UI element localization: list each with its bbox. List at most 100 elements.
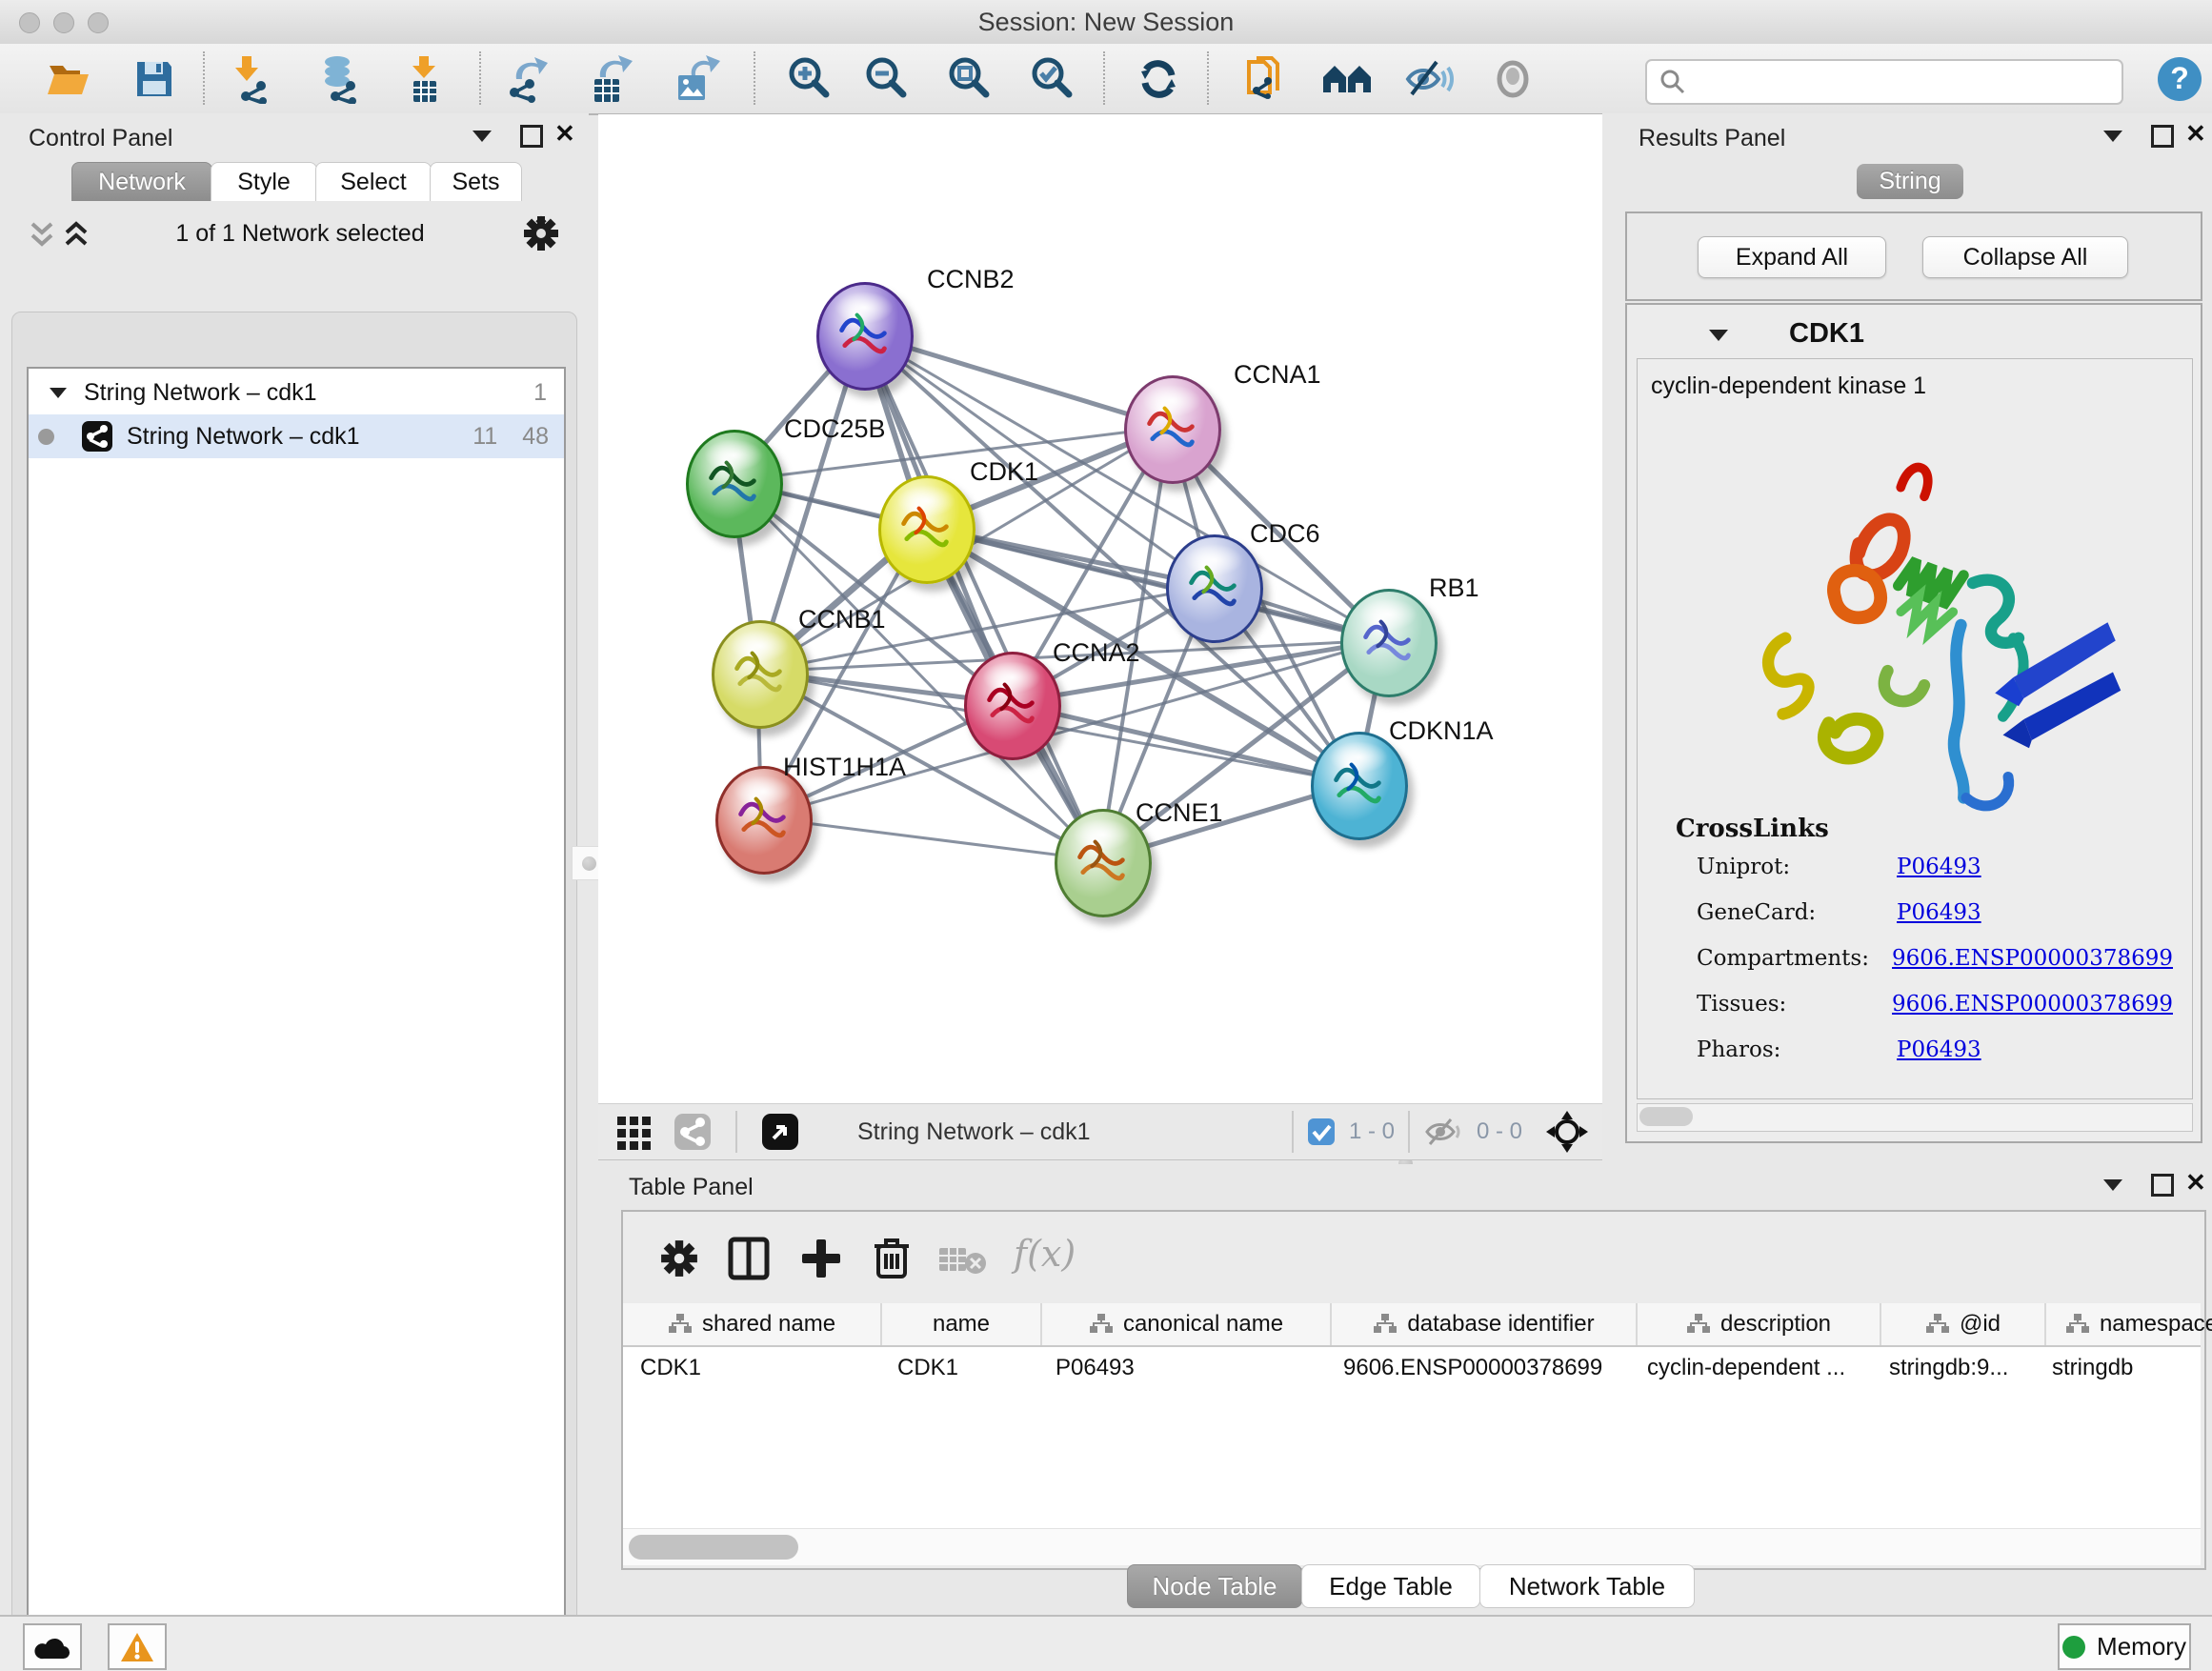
tab-node-table[interactable]: Node Table xyxy=(1127,1564,1302,1608)
column-header-canonical-name[interactable]: canonical name xyxy=(1042,1303,1332,1345)
column-header-shared-name[interactable]: shared name xyxy=(623,1303,882,1345)
main-toolbar: ? xyxy=(0,44,2212,115)
import-network-file-icon[interactable] xyxy=(221,55,278,103)
tab-network[interactable]: Network xyxy=(71,162,212,201)
first-neighbors-icon[interactable] xyxy=(1318,55,1376,103)
crosslink-link[interactable]: P06493 xyxy=(1897,1037,1981,1062)
cell-database-identifier[interactable]: 9606.ENSP00000378699 xyxy=(1326,1347,1630,1389)
search-input[interactable] xyxy=(1695,68,2122,96)
tab-string[interactable]: String xyxy=(1857,164,1963,199)
float-panel-icon[interactable] xyxy=(2103,131,2122,142)
tab-sets[interactable]: Sets xyxy=(430,162,522,201)
node-CDK1[interactable] xyxy=(878,475,975,584)
maximize-panel-icon[interactable] xyxy=(520,125,543,148)
collapse-all-button[interactable]: Collapse All xyxy=(1922,236,2128,278)
network-nodes-layer: CCNB2 CCNA1 CDC25B CDK1 xyxy=(598,114,1602,1103)
title-bar: Session: New Session xyxy=(0,0,2212,45)
help-icon[interactable]: ? xyxy=(2151,55,2208,103)
protein-description: cyclin-dependent kinase 1 xyxy=(1651,372,1926,400)
refresh-icon[interactable] xyxy=(1130,55,1187,103)
cell-shared-name[interactable]: CDK1 xyxy=(623,1347,880,1389)
fit-content-crosshair-icon[interactable] xyxy=(1545,1110,1589,1154)
tab-edge-table[interactable]: Edge Table xyxy=(1301,1564,1480,1608)
crosslink-link[interactable]: 9606.ENSP00000378699 xyxy=(1892,992,2173,1017)
network-row-selected[interactable]: String Network – cdk1 11 48 xyxy=(29,414,564,458)
node-CCNA2[interactable] xyxy=(964,652,1061,760)
birdseye-view-icon[interactable] xyxy=(760,1112,800,1152)
zoom-selected-icon[interactable] xyxy=(1025,55,1082,103)
node-CCNB2[interactable] xyxy=(816,282,914,391)
table-hscrollbar[interactable] xyxy=(623,1528,2201,1565)
grid-view-icon[interactable] xyxy=(615,1113,654,1151)
zoom-out-icon[interactable] xyxy=(859,55,916,103)
node-CDKN1A[interactable] xyxy=(1311,732,1408,840)
show-columns-icon[interactable] xyxy=(728,1237,770,1280)
cell-namespace[interactable]: stringdb xyxy=(2035,1347,2212,1389)
tab-network-table[interactable]: Network Table xyxy=(1479,1564,1695,1608)
node-CDC25B[interactable] xyxy=(686,430,783,538)
export-network-icon[interactable] xyxy=(499,55,556,103)
open-session-icon[interactable] xyxy=(39,55,96,103)
cell-name[interactable]: CDK1 xyxy=(880,1347,1038,1389)
node-CCNA1[interactable] xyxy=(1124,375,1221,484)
expand-all-icon[interactable] xyxy=(63,218,105,252)
column-header--id[interactable]: @id xyxy=(1881,1303,2046,1345)
maximize-panel-icon[interactable] xyxy=(2151,125,2174,148)
collection-expand-icon[interactable] xyxy=(50,388,67,398)
close-panel-icon[interactable]: ✕ xyxy=(2185,119,2206,149)
column-header-namespace[interactable]: namespace xyxy=(2046,1303,2212,1345)
hide-selected-icon[interactable] xyxy=(1400,55,1458,103)
cell-canonical-name[interactable]: P06493 xyxy=(1038,1347,1326,1389)
close-panel-icon[interactable]: ✕ xyxy=(554,119,575,149)
export-table-icon[interactable] xyxy=(581,55,638,103)
import-table-file-icon[interactable] xyxy=(396,55,453,103)
node-CCNB1[interactable] xyxy=(712,620,809,729)
delete-column-trash-icon[interactable] xyxy=(871,1235,913,1280)
table-hscrollbar-thumb[interactable] xyxy=(629,1535,798,1560)
results-hscrollbar[interactable] xyxy=(1637,1103,2193,1132)
create-column-plus-icon[interactable] xyxy=(800,1237,842,1280)
node-CDC6[interactable] xyxy=(1166,534,1263,643)
tab-style[interactable]: Style xyxy=(211,162,317,201)
save-session-icon[interactable] xyxy=(126,55,183,103)
show-all-icon[interactable] xyxy=(1484,55,1541,103)
cloud-button[interactable] xyxy=(23,1623,82,1670)
crosslink-label: GeneCard: xyxy=(1697,900,1897,925)
column-header-description[interactable]: description xyxy=(1638,1303,1881,1345)
export-image-icon[interactable] xyxy=(667,55,724,103)
maximize-panel-icon[interactable] xyxy=(2151,1174,2174,1197)
protein-collapse-icon[interactable] xyxy=(1709,330,1728,341)
cell--id[interactable]: stringdb:9... xyxy=(1872,1347,2035,1389)
float-panel-icon[interactable] xyxy=(473,131,492,142)
zoom-fit-icon[interactable] xyxy=(942,55,999,103)
cell-description[interactable]: cyclin-dependent ... xyxy=(1630,1347,1872,1389)
network-collection-row[interactable]: String Network – cdk1 1 xyxy=(29,371,564,414)
zoom-in-icon[interactable] xyxy=(782,55,839,103)
node-HIST1H1A[interactable] xyxy=(715,766,813,875)
crosslink-link[interactable]: P06493 xyxy=(1897,900,1981,925)
copy-network-icon[interactable] xyxy=(1237,55,1295,103)
memory-button[interactable]: Memory xyxy=(2058,1623,2191,1670)
expand-all-button[interactable]: Expand All xyxy=(1698,236,1886,278)
network-options-gear-icon[interactable] xyxy=(522,214,560,252)
column-header-database-identifier[interactable]: database identifier xyxy=(1332,1303,1638,1345)
column-header-name[interactable]: name xyxy=(882,1303,1042,1345)
protein-structure-image xyxy=(1704,420,2123,830)
table-gear-icon[interactable] xyxy=(659,1238,699,1278)
node-RB1[interactable] xyxy=(1340,589,1438,697)
selected-checkbox-icon[interactable] xyxy=(1307,1117,1336,1146)
crosslink-link[interactable]: P06493 xyxy=(1897,855,1981,879)
tab-select[interactable]: Select xyxy=(315,162,432,201)
node-table-row[interactable]: CDK1CDK1P064939606.ENSP00000378699cyclin… xyxy=(623,1347,2201,1389)
warnings-button[interactable] xyxy=(108,1623,167,1670)
share-view-icon-disabled[interactable] xyxy=(673,1112,713,1152)
node-label-CDKN1A: CDKN1A xyxy=(1389,716,1494,746)
crosslink-link[interactable]: 9606.ENSP00000378699 xyxy=(1892,946,2173,971)
crosslink-row: Tissues:9606.ENSP00000378699 xyxy=(1697,992,2173,1017)
results-hscrollbar-thumb[interactable] xyxy=(1639,1107,1693,1126)
import-network-database-icon[interactable] xyxy=(311,55,368,103)
crosslink-row: GeneCard:P06493 xyxy=(1697,900,2173,925)
close-panel-icon[interactable]: ✕ xyxy=(2185,1168,2206,1198)
float-panel-icon[interactable] xyxy=(2103,1179,2122,1191)
network-canvas[interactable]: CCNB2 CCNA1 CDC25B CDK1 xyxy=(598,114,1602,1103)
